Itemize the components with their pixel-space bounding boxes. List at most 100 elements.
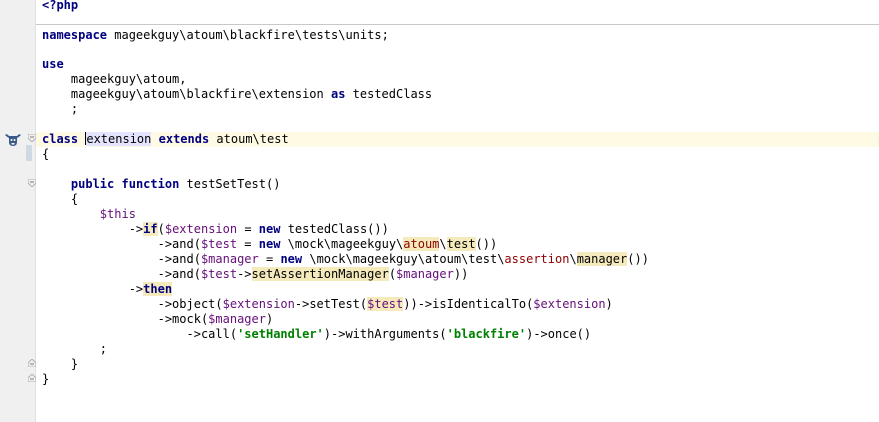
- code-token: {: [42, 192, 79, 206]
- code-token: \mock\mageekguy\: [280, 237, 404, 251]
- code-token: $test: [200, 267, 238, 281]
- code-token: <?php: [42, 0, 79, 12]
- code-token: then: [143, 282, 173, 296]
- code-token: setAssertionManager: [251, 267, 389, 281]
- code-token: ->mock(: [42, 312, 209, 326]
- code-line[interactable]: class extension extends atoum\test: [42, 132, 289, 147]
- code-token: public: [70, 177, 115, 191]
- code-token: test: [446, 237, 476, 251]
- code-token: \mock\mageekguy\atoum\test\: [302, 252, 505, 266]
- code-token: ): [605, 297, 613, 311]
- code-line[interactable]: ->and($test->setAssertionManager($manage…: [42, 267, 468, 282]
- code-token: mageekguy\atoum\blackfire\tests\units;: [107, 28, 389, 42]
- code-token: (: [157, 222, 165, 236]
- code-token: ()): [475, 237, 498, 251]
- fold-marker-icon[interactable]: [28, 134, 36, 142]
- code-token: $extension: [533, 297, 606, 311]
- code-token: $this: [99, 207, 136, 221]
- code-token: )->withArguments(: [323, 327, 447, 341]
- code-line[interactable]: {: [42, 147, 49, 162]
- code-token: 'setHandler': [237, 327, 324, 341]
- code-line[interactable]: use: [42, 57, 64, 72]
- fold-marker-icon[interactable]: [28, 359, 36, 367]
- code-token: }: [42, 372, 50, 386]
- code-token: $manager: [396, 267, 454, 281]
- code-line[interactable]: ->object($extension->setTest($test))->is…: [42, 297, 613, 312]
- code-token: \: [439, 237, 447, 251]
- code-token: new: [280, 252, 303, 266]
- code-line[interactable]: $this: [42, 207, 136, 222]
- code-line[interactable]: ;: [42, 342, 107, 357]
- code-line[interactable]: {: [42, 192, 78, 207]
- code-token: ->and(: [42, 252, 201, 266]
- code-token: ->and(: [42, 267, 201, 281]
- code-token: $extension: [222, 297, 295, 311]
- code-token: atoum\test: [209, 132, 289, 146]
- atoum-bull-icon[interactable]: [4, 133, 22, 147]
- code-token: \: [569, 252, 577, 266]
- code-token: )->once(): [526, 327, 592, 341]
- code-token: namespace: [42, 28, 108, 42]
- code-line[interactable]: public function testSetTest(): [42, 177, 281, 192]
- code-token: assertion: [504, 252, 570, 266]
- gutter-bookmark-marker: [26, 145, 32, 161]
- code-token: mageekguy\atoum,: [42, 72, 187, 86]
- code-line[interactable]: }: [42, 372, 49, 387]
- code-token: class: [42, 132, 79, 146]
- code-token: ;: [42, 342, 108, 356]
- code-token: extension: [86, 132, 152, 146]
- code-token: ->: [42, 282, 144, 296]
- code-line[interactable]: ->if($extension = new testedClass()): [42, 222, 389, 237]
- code-token: testedClass()): [280, 222, 389, 236]
- code-token: mageekguy\atoum\blackfire\extension: [42, 87, 331, 101]
- fold-marker-icon[interactable]: [28, 374, 36, 382]
- code-line[interactable]: ->call('setHandler')->withArguments('bla…: [42, 327, 591, 342]
- code-line[interactable]: namespace mageekguy\atoum\blackfire\test…: [42, 28, 389, 43]
- code-token: manager: [576, 252, 628, 266]
- code-token: ->: [237, 267, 252, 281]
- code-token: $extension: [164, 222, 238, 236]
- code-token: $test: [200, 237, 238, 251]
- code-token: new: [258, 222, 281, 236]
- code-token: ): [265, 312, 274, 326]
- code-token: ->: [42, 222, 144, 236]
- code-token: )): [453, 267, 469, 281]
- code-line[interactable]: mageekguy\atoum\blackfire\extension as t…: [42, 87, 432, 102]
- code-line[interactable]: ->and($manager = new \mock\mageekguy\ato…: [42, 252, 649, 267]
- code-token: $test: [367, 297, 404, 311]
- code-token: $manager: [208, 312, 266, 326]
- code-token: extends: [158, 132, 210, 146]
- code-line[interactable]: ;: [42, 102, 78, 117]
- code-token: ->and(: [42, 237, 201, 251]
- code-token: function: [121, 177, 180, 191]
- separator-line: [36, 24, 879, 25]
- code-token: if: [143, 222, 158, 236]
- code-line[interactable]: <?php: [42, 0, 78, 13]
- code-line[interactable]: ->mock($manager): [42, 312, 274, 327]
- code-line[interactable]: ->and($test = new \mock\mageekguy\atoum\…: [42, 237, 497, 252]
- code-token: ->object(: [42, 297, 223, 311]
- code-token: ->setTest(: [294, 297, 368, 311]
- code-token: ;: [42, 102, 79, 116]
- code-token: atoum: [403, 237, 440, 251]
- code-line[interactable]: ->then: [42, 282, 173, 297]
- code-editor[interactable]: <?php namespace mageekguy\atoum\blackfir…: [0, 0, 879, 422]
- code-token: use: [42, 57, 64, 71]
- code-token: 'blackfire': [446, 327, 527, 341]
- code-line[interactable]: }: [42, 357, 78, 372]
- code-token: ))->isIdenticalTo(: [403, 297, 534, 311]
- code-area[interactable]: <?php namespace mageekguy\atoum\blackfir…: [36, 0, 879, 386]
- code-token: =: [258, 252, 281, 266]
- code-token: testedClass: [345, 87, 433, 101]
- fold-marker-icon[interactable]: [28, 179, 36, 187]
- code-token: testSetTest(): [179, 177, 281, 191]
- code-line[interactable]: mageekguy\atoum,: [42, 72, 187, 87]
- code-token: (: [388, 267, 397, 281]
- editor-empty-area[interactable]: [36, 386, 879, 422]
- code-token: =: [237, 222, 259, 236]
